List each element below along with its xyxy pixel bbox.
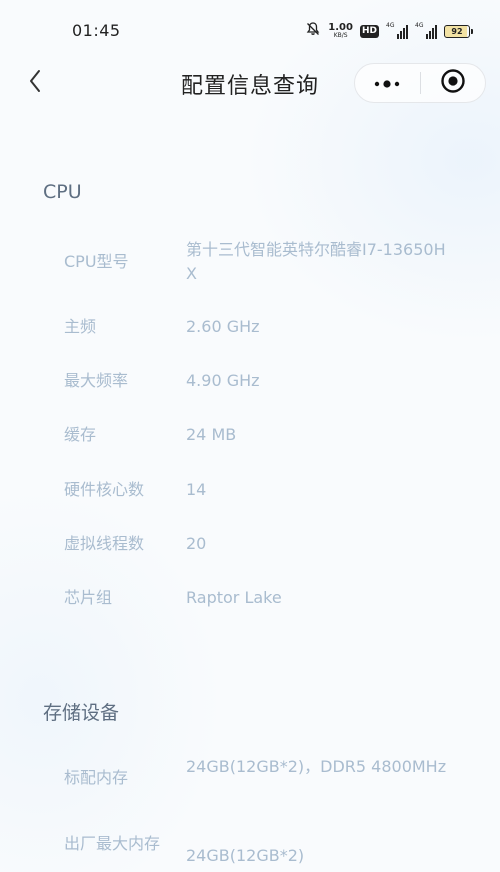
row-value-max-freq: 4.90 GHz: [186, 371, 260, 390]
signal-icon: 4G: [415, 22, 437, 39]
net-speed: 1.00 KB/S: [328, 22, 353, 39]
row-value-threads: 20: [186, 534, 207, 553]
row-value-cpu-model: 第十三代智能英特尔酷睿I7-13650HX: [186, 240, 446, 283]
nav-bar: 配置信息查询: [0, 60, 500, 106]
row-label-cpu-model: CPU型号: [64, 252, 129, 271]
more-dots-icon: [373, 74, 401, 93]
row-label-chipset: 芯片组: [64, 588, 113, 607]
target-close-icon: [440, 68, 466, 98]
signal-icon: 4G: [386, 22, 408, 39]
status-icons: 1.00 KB/S HD 4G 4G 92: [305, 20, 473, 42]
row-label-std-memory: 标配内存: [64, 768, 129, 787]
hd-icon: HD: [359, 24, 379, 38]
row-label-max-freq: 最大频率: [64, 371, 129, 390]
row-label-cache: 缓存: [64, 425, 97, 444]
row-label-cores: 硬件核心数: [64, 480, 145, 499]
status-time: 01:45: [72, 21, 121, 40]
close-button[interactable]: [421, 63, 486, 103]
row-label-max-memory: 出厂最大内存: [64, 834, 161, 853]
battery-icon: 92: [444, 24, 473, 38]
row-label-base-freq: 主频: [64, 317, 97, 336]
row-value-cores: 14: [186, 480, 207, 499]
section-title-cpu: CPU: [43, 181, 82, 203]
section-title-storage: 存储设备: [43, 702, 120, 724]
mute-bell-icon: [305, 21, 321, 41]
mini-program-capsule: [354, 63, 486, 103]
row-value-base-freq: 2.60 GHz: [186, 317, 260, 336]
more-button[interactable]: [355, 63, 420, 103]
row-value-std-memory: 24GB(12GB*2)，DDR5 4800MHz: [186, 757, 447, 776]
row-value-cache: 24 MB: [186, 425, 237, 444]
row-label-threads: 虚拟线程数: [64, 534, 145, 553]
status-bar: 01:45 1.00 KB/S HD 4G 4G 92: [0, 0, 500, 60]
row-value-max-memory: 24GB(12GB*2): [186, 846, 305, 865]
row-value-chipset: Raptor Lake: [186, 588, 282, 607]
